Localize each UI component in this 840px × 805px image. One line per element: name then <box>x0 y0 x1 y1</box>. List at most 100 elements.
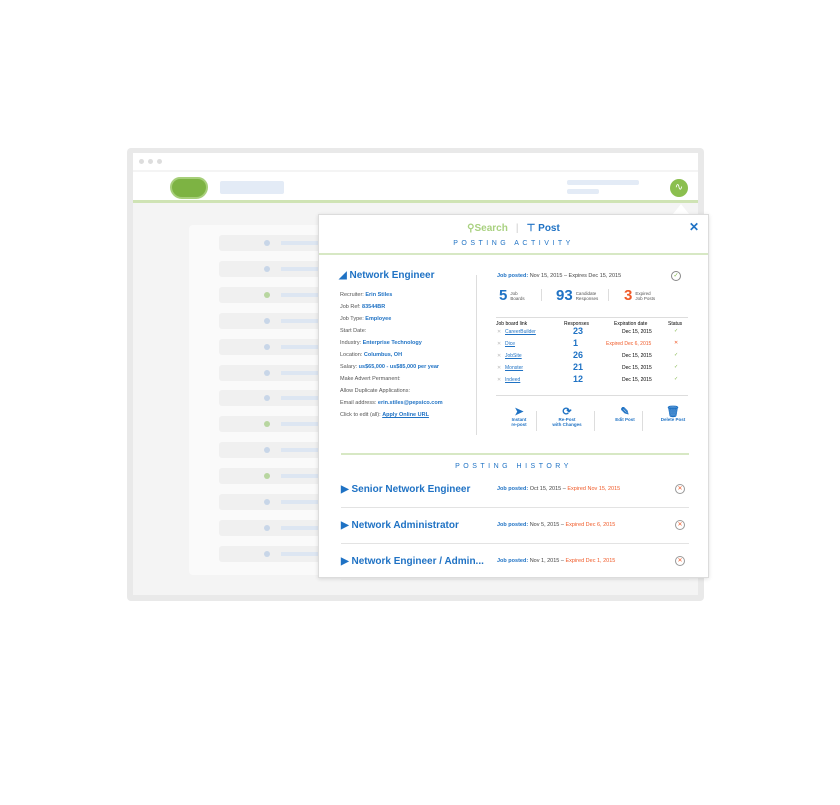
list-row[interactable] <box>219 416 329 433</box>
list-row[interactable] <box>219 260 329 277</box>
detail-row: Job Type: Employee <box>340 316 392 322</box>
list-row[interactable] <box>219 312 329 329</box>
x-icon: ✕ <box>674 340 679 346</box>
detail-row: Salary: us$65,000 - us$85,000 per year <box>340 364 440 370</box>
detail-row: Industry: Enterprise Technology <box>340 340 422 346</box>
status-dot <box>264 395 270 402</box>
status-dot <box>264 317 270 324</box>
board-link[interactable]: Indeed <box>505 377 520 383</box>
status-dot <box>264 291 270 298</box>
pencil-icon: ✎ <box>620 406 630 418</box>
table-header: Job board link Responses Expiration date… <box>496 317 688 327</box>
status-dot <box>264 369 270 376</box>
check-icon: ✓ <box>674 364 679 370</box>
list-row[interactable] <box>219 235 329 251</box>
divider <box>642 411 643 431</box>
window-dot[interactable] <box>139 159 144 164</box>
history-item[interactable]: ▶ Senior Network Engineer Job posted: Oct… <box>341 473 689 508</box>
table-row: ✕ Monster 21 Dec 15, 2015 ✓ <box>497 362 679 372</box>
search-tab[interactable]: ⚲Search <box>467 223 508 234</box>
status-dot <box>264 343 270 350</box>
window-dot[interactable] <box>148 159 153 164</box>
remove-icon[interactable]: ✕ <box>497 341 501 347</box>
divider <box>496 395 688 396</box>
stat: 93 Candidate Responses <box>556 287 599 304</box>
board-link[interactable]: CareerBuilder <box>505 329 536 335</box>
job-posted-line: Job posted: Nov 15, 2015 – Expires Dec 1… <box>497 273 622 279</box>
nav-placeholder <box>220 181 284 194</box>
table-row: ✕ JobSite 26 Dec 15, 2015 ✓ <box>497 350 679 360</box>
logo[interactable] <box>170 177 208 199</box>
refresh-icon: ⟳ <box>562 406 572 418</box>
popover-caret <box>673 204 689 214</box>
stat: 3 Expired Job Posts <box>624 287 656 304</box>
check-icon: ✓ <box>674 328 679 334</box>
detail-row: Job Ref: 83544BR <box>340 304 386 310</box>
divider <box>608 289 609 301</box>
list-row[interactable] <box>219 364 329 381</box>
list-row[interactable] <box>219 545 329 562</box>
status-dot <box>264 421 270 428</box>
action-button[interactable]: 🗑 Delete Post <box>653 407 693 423</box>
check-icon: ✓ <box>674 352 679 358</box>
remove-icon[interactable]: ✕ <box>497 353 501 359</box>
detail-row: Start Date: <box>340 328 367 334</box>
list-row[interactable] <box>219 468 329 485</box>
remove-icon[interactable]: ✕ <box>497 377 501 383</box>
action-button[interactable]: ✎ Edit Post <box>605 406 645 423</box>
expired-icon: ✕ <box>675 556 685 566</box>
table-row: ✕ CareerBuilder 23 Dec 15, 2015 ✓ <box>497 326 679 336</box>
list-row[interactable] <box>219 390 329 407</box>
list-row[interactable] <box>219 338 329 355</box>
list-row[interactable] <box>219 286 329 303</box>
status-dot <box>264 499 270 505</box>
history-item[interactable]: ▶ Network Engineer / Admin... Job posted:… <box>341 545 689 580</box>
close-button[interactable]: ✕ <box>689 220 699 234</box>
remove-icon[interactable]: ✕ <box>497 365 501 371</box>
board-link[interactable]: Dice <box>505 341 515 347</box>
board-link[interactable]: Monster <box>505 365 523 371</box>
divider <box>594 411 595 431</box>
table-row: ✕ Indeed 12 Dec 15, 2015 ✓ <box>497 374 679 384</box>
expired-icon: ✕ <box>675 484 685 494</box>
divider <box>341 453 689 455</box>
table-row: ✕ Dice 1 Expired Dec 6, 2015 ✕ <box>497 338 679 348</box>
action-button[interactable]: ⟳ Re-Post with Changes <box>547 406 587 428</box>
check-circle-icon: ✓ <box>671 271 681 281</box>
action-button[interactable]: ➤ Instant re-post <box>499 406 539 428</box>
title-bar <box>133 153 698 170</box>
window-dot[interactable] <box>157 159 162 164</box>
pin-icon: ⊤ <box>526 223 536 234</box>
divider <box>476 275 477 435</box>
remove-icon[interactable]: ✕ <box>497 329 501 335</box>
list-row[interactable] <box>219 519 329 536</box>
send-icon: ➤ <box>514 406 524 418</box>
posting-popover: ⚲Search | ⊤ Post ✕ POSTING ACTIVITY ◢ Netw… <box>318 214 709 580</box>
divider <box>541 289 542 301</box>
job-title[interactable]: ◢ Network Engineer <box>339 270 435 281</box>
activity-icon[interactable]: ∿ <box>670 179 688 197</box>
status-dot <box>264 265 270 272</box>
status-dot <box>264 240 270 246</box>
section-title: POSTING ACTIVITY <box>453 240 574 247</box>
status-dot <box>264 524 270 531</box>
divider <box>319 253 708 255</box>
detail-row: Make Advert Permanent: <box>340 376 401 382</box>
header-placeholder <box>567 189 599 194</box>
history-item[interactable]: ▶ Network Administrator Job posted: Nov 5… <box>341 509 689 544</box>
expired-icon: ✕ <box>675 520 685 530</box>
list-row[interactable] <box>219 494 329 510</box>
board-link[interactable]: JobSite <box>505 353 522 359</box>
detail-row: Recruiter: Erin Stiles <box>340 292 393 298</box>
list-card <box>189 225 329 575</box>
detail-row: Allow Duplicate Applications: <box>340 388 411 394</box>
mode-switch: ⚲Search | ⊤ Post <box>467 223 560 234</box>
status-dot <box>264 447 270 454</box>
stat: 5 Job Boards <box>499 287 525 304</box>
detail-row: Email address: erin.stiles@pepsico.com <box>340 400 443 406</box>
status-dot <box>264 473 270 480</box>
post-tab[interactable]: ⊤ Post <box>527 223 560 234</box>
list-row[interactable] <box>219 442 329 459</box>
job-board-table: Job board link Responses Expiration date… <box>496 317 688 386</box>
detail-row: Location: Columbus, OH <box>340 352 403 358</box>
